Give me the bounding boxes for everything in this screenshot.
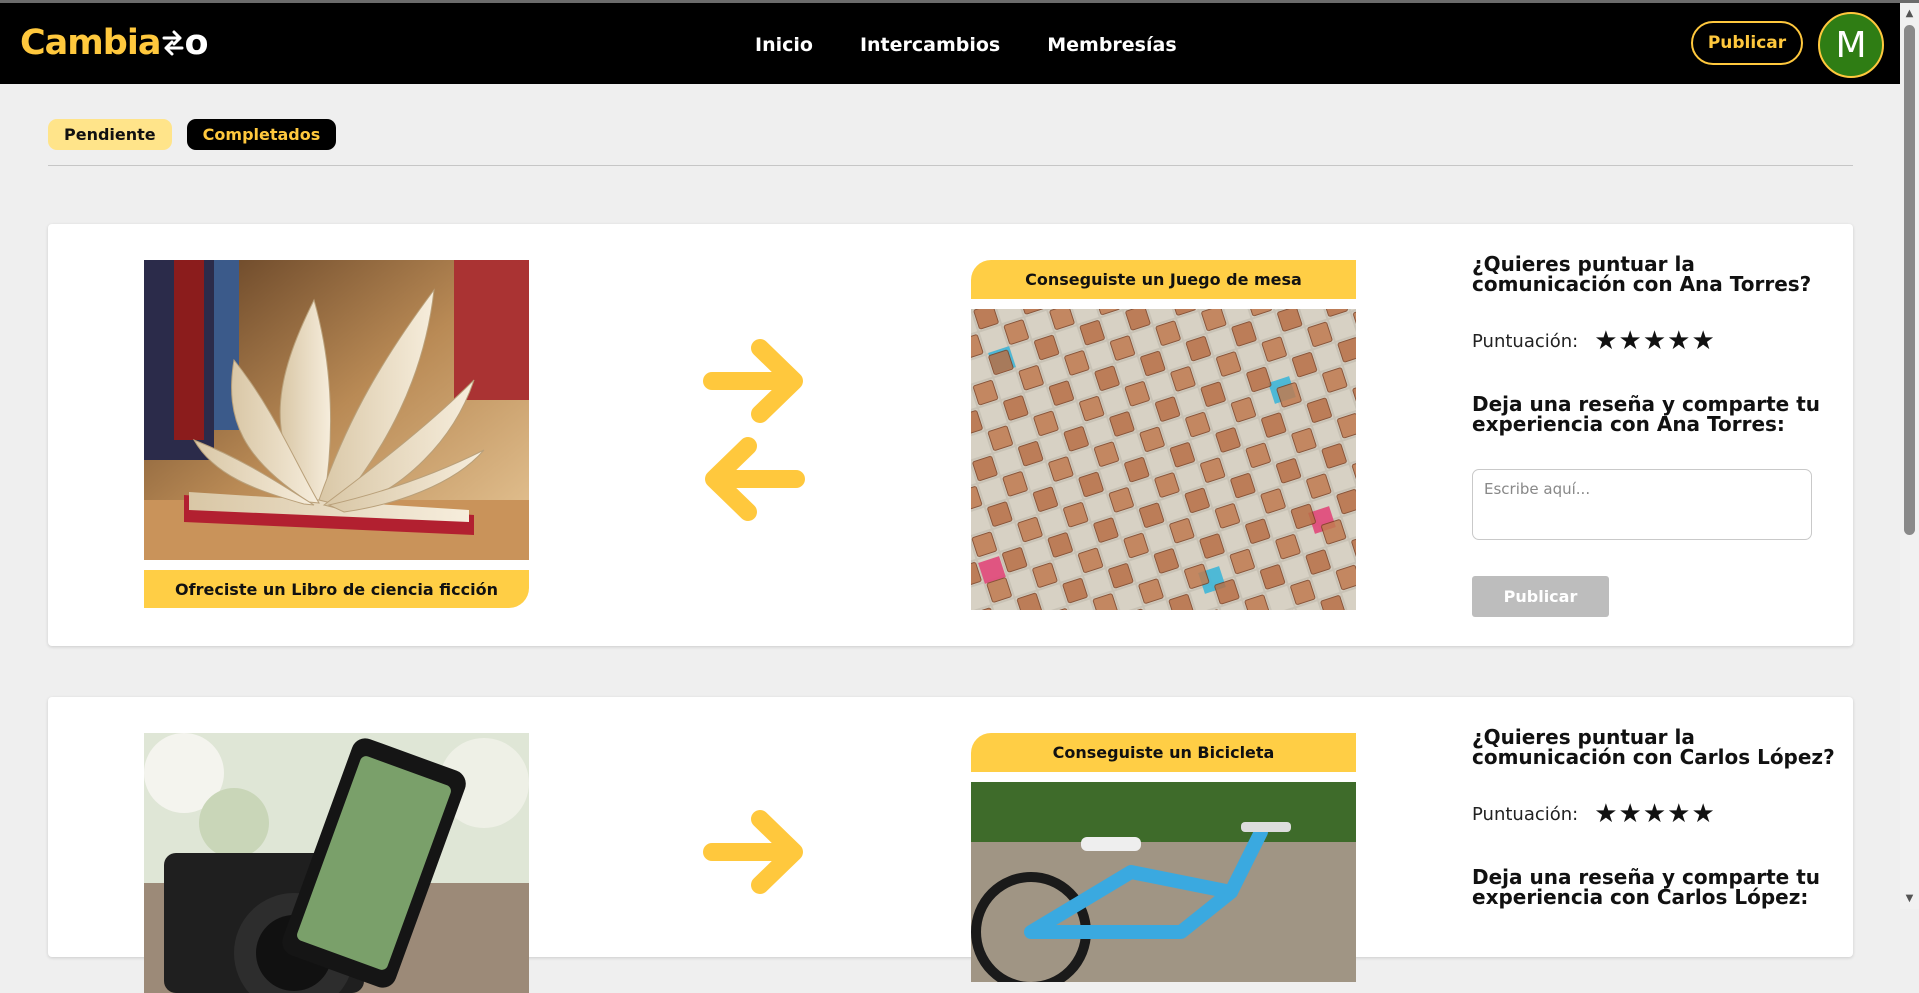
publish-button[interactable]: Publicar: [1691, 21, 1803, 65]
review-question: Deja una reseña y comparte tu experienci…: [1472, 865, 1821, 909]
page-scrollbar[interactable]: ▲ ▼: [1900, 3, 1919, 909]
star-rating[interactable]: ★★★★★: [1594, 801, 1716, 827]
open-book-image: [144, 260, 529, 560]
logo[interactable]: Cambia o: [20, 21, 209, 65]
exchange-arrows-icon: [162, 30, 184, 56]
logo-suffix: o: [184, 23, 208, 63]
nav-link-intercambios[interactable]: Intercambios: [860, 33, 1000, 57]
offered-item-image: [144, 260, 529, 560]
filter-divider: [48, 165, 1853, 166]
exchange-card: Ofreciste un Libro de ciencia ficción Co…: [48, 224, 1853, 646]
scrollbar-thumb[interactable]: [1904, 25, 1915, 535]
received-item-label: Conseguiste un Juego de mesa: [971, 260, 1356, 299]
main-nav: Inicio Intercambios Membresías: [755, 33, 1177, 57]
user-avatar[interactable]: M: [1818, 12, 1884, 78]
rate-communication-question: ¿Quieres puntuar la comunicación con Ana…: [1472, 252, 1812, 296]
offered-item-label: Ofreciste un Libro de ciencia ficción: [144, 570, 529, 608]
score-label: Puntuación:: [1472, 803, 1579, 825]
scrabble-board-image: [971, 309, 1356, 610]
review-publish-button[interactable]: Publicar: [1472, 576, 1609, 617]
received-item-image: [971, 782, 1356, 982]
nav-link-membresias[interactable]: Membresías: [1047, 33, 1176, 57]
exchange-card: Conseguiste un Bicicleta ¿Quieres puntua…: [48, 697, 1853, 993]
star-rating[interactable]: ★★★★★: [1594, 328, 1716, 354]
review-textarea[interactable]: [1472, 469, 1812, 540]
arrow-right-icon: [703, 810, 803, 894]
offered-item-image: [144, 733, 529, 993]
filter-completed-chip[interactable]: Completados: [186, 119, 337, 150]
score-row: Puntuación: ★★★★★: [1472, 801, 1716, 827]
received-item-label: Conseguiste un Bicicleta: [971, 733, 1356, 772]
scroll-down-icon[interactable]: ▼: [1903, 892, 1916, 905]
blue-bicycle-image: [971, 782, 1356, 982]
filter-pending-chip[interactable]: Pendiente: [48, 119, 172, 150]
score-row: Puntuación: ★★★★★: [1472, 328, 1716, 354]
received-item-image: [971, 309, 1356, 610]
navbar: Cambia o Inicio Intercambios Membresías …: [0, 3, 1900, 84]
nav-link-inicio[interactable]: Inicio: [755, 33, 813, 57]
arrow-right-icon: [703, 339, 803, 423]
rate-communication-question: ¿Quieres puntuar la comunicación con Car…: [1472, 725, 1835, 769]
status-filter-tabs: Pendiente Completados: [48, 119, 337, 150]
scroll-up-icon[interactable]: ▲: [1903, 7, 1916, 20]
arrow-left-icon: [705, 437, 805, 521]
logo-exchange-mark: o: [162, 23, 209, 63]
score-label: Puntuación:: [1472, 330, 1579, 352]
camera-and-phone-image: [144, 733, 529, 993]
review-question: Deja una reseña y comparte tu experienci…: [1472, 392, 1821, 436]
logo-text: Cambia: [20, 23, 161, 63]
